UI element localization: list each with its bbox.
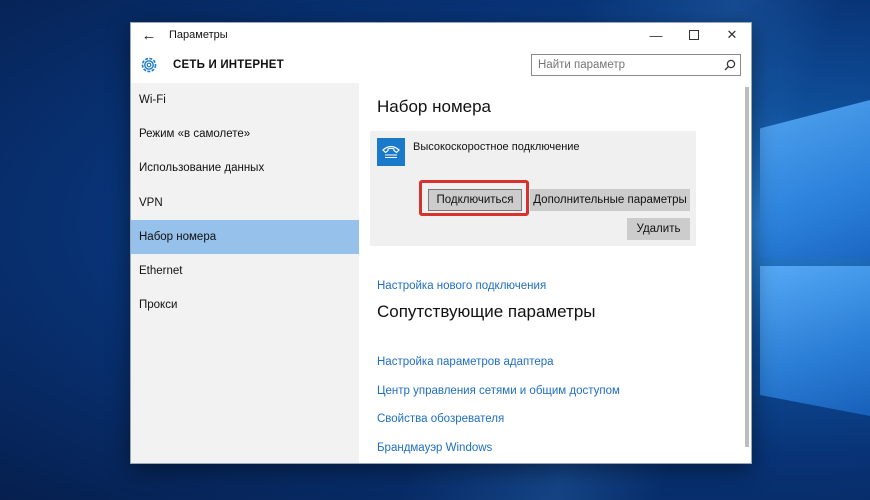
arrow-left-icon: ← [141, 26, 157, 44]
search-input[interactable] [532, 55, 720, 75]
section-title-dial-up: Набор номера [377, 97, 491, 116]
sidebar-item-data-usage[interactable]: Использование данных [131, 151, 359, 185]
scrollbar[interactable] [743, 83, 751, 463]
connection-card[interactable]: Высокоскоростное подключение Подключитьс… [370, 131, 696, 246]
sidebar-item-wifi[interactable]: Wi-Fi [131, 83, 359, 117]
window-controls: — ✕ [637, 23, 751, 47]
wallpaper-pane-top [760, 100, 870, 258]
window-title: Параметры [169, 29, 228, 41]
gear-icon [131, 47, 167, 83]
advanced-options-button[interactable]: Дополнительные параметры [530, 189, 690, 211]
wallpaper-pane-bottom [760, 266, 870, 416]
sidebar-item-proxy[interactable]: Прокси [131, 288, 359, 322]
title-bar[interactable]: ← Параметры — ✕ [131, 23, 751, 47]
close-button[interactable]: ✕ [713, 23, 751, 47]
sidebar-item-airplane-mode[interactable]: Режим «в самолете» [131, 117, 359, 151]
minimize-icon: — [649, 27, 663, 43]
main-content: Набор номера Высокоскоростное подключени… [359, 83, 751, 463]
delete-button[interactable]: Удалить [627, 218, 690, 240]
windows-firewall-link[interactable]: Брандмауэр Windows [377, 442, 492, 454]
app-header: СЕТЬ И ИНТЕРНЕТ [131, 47, 751, 83]
browser-properties-link[interactable]: Свойства обозревателя [377, 413, 504, 425]
maximize-button[interactable] [675, 23, 713, 47]
sidebar: Wi-Fi Режим «в самолете» Использование д… [131, 83, 359, 463]
wallpaper-windows-logo [752, 70, 870, 430]
window-body: Wi-Fi Режим «в самолете» Использование д… [131, 83, 751, 463]
page-heading: СЕТЬ И ИНТЕРНЕТ [173, 59, 284, 71]
maximize-icon [689, 28, 699, 43]
section-title-related: Сопутствующие параметры [377, 302, 596, 321]
sidebar-item-ethernet[interactable]: Ethernet [131, 254, 359, 288]
settings-window: ← Параметры — ✕ СЕТЬ И ИНТЕРНЕТ Найти па… [130, 22, 752, 464]
sidebar-item-vpn[interactable]: VPN [131, 186, 359, 220]
connection-name: Высокоскоростное подключение [413, 141, 580, 153]
back-button[interactable]: ← [131, 23, 167, 47]
search-icon[interactable] [720, 55, 740, 75]
new-connection-link[interactable]: Настройка нового подключения [377, 280, 546, 292]
network-center-link[interactable]: Центр управления сетями и общим доступом [377, 385, 620, 397]
close-icon: ✕ [726, 27, 738, 42]
adapter-settings-link[interactable]: Настройка параметров адаптера [377, 356, 554, 368]
sidebar-item-dial-up[interactable]: Набор номера [131, 219, 359, 254]
minimize-button[interactable]: — [637, 23, 675, 47]
scrollbar-thumb[interactable] [745, 87, 749, 447]
search-box[interactable] [531, 54, 741, 76]
phone-icon [377, 138, 405, 166]
connect-button[interactable]: Подключиться [428, 189, 522, 211]
